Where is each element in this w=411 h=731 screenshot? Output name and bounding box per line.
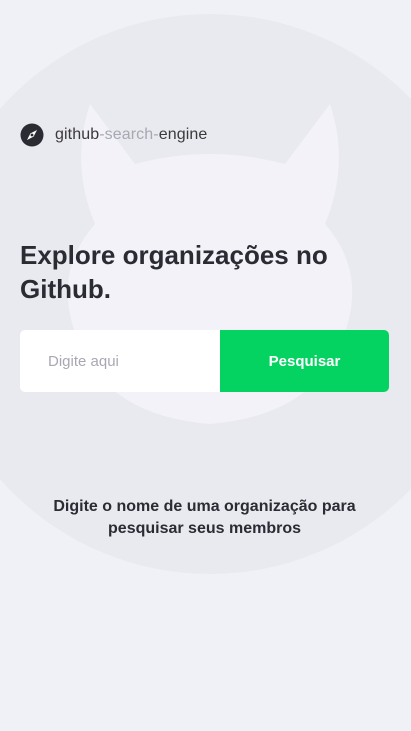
- brand-name-part3: engine: [158, 126, 208, 143]
- brand-name-part1: github: [55, 126, 100, 143]
- brand-logo[interactable]: github-search-engine: [20, 123, 207, 147]
- search-button[interactable]: Pesquisar: [220, 330, 389, 392]
- brand-name-part2: search: [104, 126, 154, 143]
- search-form: Pesquisar: [20, 330, 389, 392]
- search-input[interactable]: [20, 330, 220, 392]
- page: github-search-engine Explore organizaçõe…: [0, 0, 411, 731]
- compass-icon: [20, 123, 44, 147]
- page-title: Explore organizações no Github.: [20, 240, 328, 304]
- empty-state-message: Digite o nome de uma organização para pe…: [53, 498, 356, 537]
- brand-name: github-search-engine: [55, 126, 207, 144]
